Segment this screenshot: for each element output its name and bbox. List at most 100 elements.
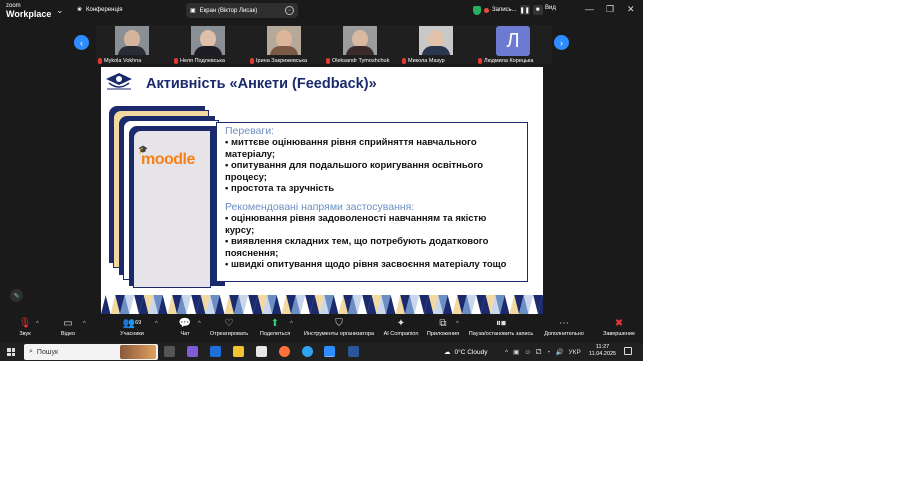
participant-tile[interactable]: Микола Мазур: [400, 25, 476, 64]
chat-bubble-icon: 💬: [178, 318, 192, 329]
advantage-line: • миттєве оцінювання рівня сприйняття на…: [225, 137, 477, 148]
host-tools-button[interactable]: ⛉ Инструменты организатора: [302, 318, 376, 337]
participant-tile[interactable]: Л Людмила Корецька: [476, 25, 552, 64]
language-indicator[interactable]: УКР: [569, 349, 581, 356]
apps-options-caret[interactable]: ^: [456, 321, 459, 327]
ai-label: AI Companion: [383, 331, 419, 337]
weather-label: 0°C Cloudy: [454, 348, 488, 356]
tray-chevron-icon[interactable]: ^: [505, 349, 508, 356]
participant-name: Ірина Закрижевська: [256, 58, 308, 64]
maximize-icon[interactable]: ❐: [606, 4, 614, 15]
stop-view-icon[interactable]: −: [285, 6, 294, 15]
participants-options-caret[interactable]: ^: [155, 321, 158, 327]
task-view-icon[interactable]: [164, 346, 175, 357]
participant-video: [191, 26, 225, 55]
share-indicator[interactable]: ▣ Екран (Віктор Лисак) −: [186, 3, 298, 18]
security-shield-icon[interactable]: [473, 5, 481, 15]
zoom-top-bar: zoom Workplace ⌄ ❀ Конференція ▣ Екран (…: [0, 0, 643, 22]
moodle-logo-text: moodle: [141, 151, 195, 168]
participant-video: [267, 26, 301, 55]
view-button[interactable]: Вид: [545, 5, 556, 11]
recording-indicator: Запись... ❚❚ ■: [473, 5, 543, 15]
calendar-app-icon[interactable]: [256, 346, 267, 357]
store-icon[interactable]: [210, 346, 221, 357]
taskbar-clock[interactable]: 11:27 11.04.2025: [589, 344, 616, 358]
paw-icon: ❀: [77, 7, 83, 13]
annotate-pen-icon[interactable]: ✎: [10, 289, 23, 302]
university-logo: [106, 73, 132, 90]
file-explorer-icon[interactable]: [233, 346, 244, 357]
audio-options-caret[interactable]: ^: [36, 321, 39, 327]
record-control-button[interactable]: ⏸⏹ Пауза/остановить запись: [466, 318, 536, 337]
weather-widget[interactable]: ☁ 0°C Cloudy: [444, 348, 488, 357]
view-label: Вид: [545, 5, 556, 11]
close-icon[interactable]: ✕: [627, 4, 635, 15]
more-label: Дополнительно: [544, 331, 584, 337]
participant-name: Микола Мазур: [408, 58, 445, 64]
audio-button[interactable]: 🎙 Звук: [14, 318, 36, 337]
graduation-cap-icon: 🎓: [138, 145, 148, 154]
shared-slide: Активність «Анкети (Feedback)» 🎓 moodle …: [101, 67, 543, 314]
react-button[interactable]: ♡ Отреагировать: [207, 318, 251, 337]
copilot-icon[interactable]: [187, 346, 198, 357]
participants-count: 69: [135, 320, 142, 326]
react-label: Отреагировать: [209, 331, 249, 337]
edge-icon[interactable]: [302, 346, 313, 357]
participant-video: [419, 26, 453, 55]
participant-name: Oleksandr Tymoshchuk: [332, 58, 390, 64]
gallery-prev-button[interactable]: ‹: [74, 35, 89, 50]
advantage-line: • простота та зручність: [225, 183, 335, 195]
video-options-caret[interactable]: ^: [83, 321, 86, 327]
video-camera-icon: ▭: [63, 318, 73, 329]
firefox-icon[interactable]: [279, 346, 290, 357]
recommend-line: курсу;: [225, 224, 255, 236]
pause-recording-button[interactable]: ❚❚: [520, 5, 530, 15]
participant-gallery: ‹ Mykola Vokhna Неля Подлевська Ірина За…: [0, 22, 643, 64]
stop-recording-button[interactable]: ■: [532, 5, 543, 15]
zoom-taskbar-icon[interactable]: [324, 346, 335, 357]
recording-label: Запись...: [492, 7, 517, 13]
participant-name: Неля Подлевська: [180, 58, 225, 64]
participant-tile[interactable]: Ірина Закрижевська: [248, 25, 324, 64]
chevron-down-icon[interactable]: ⌄: [56, 5, 64, 16]
ai-companion-button[interactable]: ✦ AI Companion: [381, 318, 421, 337]
heart-icon: ♡: [224, 318, 234, 329]
share-options-caret[interactable]: ^: [290, 321, 293, 327]
participant-name: Людмила Корецька: [484, 58, 534, 64]
participants-icon: 👥69: [122, 318, 142, 329]
participant-video: [115, 26, 149, 55]
wifi-icon[interactable]: ◔: [547, 349, 551, 356]
gallery-next-button[interactable]: ›: [554, 35, 569, 50]
mic-muted-icon: [174, 58, 178, 64]
participant-tile[interactable]: Mykola Vokhna: [96, 25, 172, 64]
participant-tile[interactable]: Неля Подлевська: [172, 25, 248, 64]
share-button[interactable]: ⬆ Поделиться: [258, 318, 292, 337]
participant-tile[interactable]: Oleksandr Tymoshchuk: [324, 25, 400, 64]
screen-share-icon: ▣: [190, 8, 196, 14]
system-tray: ^ ▣ ☺ ⚁ ◔ 🔊 УКР: [505, 348, 581, 357]
end-meeting-button[interactable]: ✖ Завершение: [602, 318, 636, 337]
participants-button[interactable]: 👥69 Учасники: [117, 318, 147, 337]
word-icon[interactable]: [348, 346, 359, 357]
search-icon: ⌕: [29, 348, 33, 355]
meeting-info-button[interactable]: ❀ Конференція: [77, 6, 122, 14]
notification-icon[interactable]: [624, 347, 632, 355]
tray-app-icon[interactable]: ☺: [524, 349, 531, 356]
mic-muted-icon: [250, 58, 254, 64]
content-panel: Переваги: • миттєве оцінювання рівня спр…: [216, 122, 528, 282]
chat-button[interactable]: 💬 Чат: [176, 318, 194, 337]
advantages-heading: Переваги:: [225, 125, 274, 137]
more-dots-icon: ⋯: [559, 318, 569, 329]
mic-muted-icon: [402, 58, 406, 64]
recommend-line: пояснення;: [225, 247, 279, 259]
share-label: Екран (Віктор Лисак): [199, 7, 258, 14]
tray-app-icon[interactable]: ▣: [513, 348, 519, 356]
advantage-line: процесу;: [225, 171, 267, 183]
more-button[interactable]: ⋯ Дополнительно: [542, 318, 586, 337]
chat-options-caret[interactable]: ^: [198, 321, 201, 327]
windows-start-icon[interactable]: [7, 348, 15, 356]
tray-app-icon[interactable]: ⚁: [536, 348, 542, 356]
video-button[interactable]: ▭ Відео: [57, 318, 79, 337]
minimize-icon[interactable]: —: [585, 4, 594, 14]
volume-icon[interactable]: 🔊: [555, 348, 563, 356]
